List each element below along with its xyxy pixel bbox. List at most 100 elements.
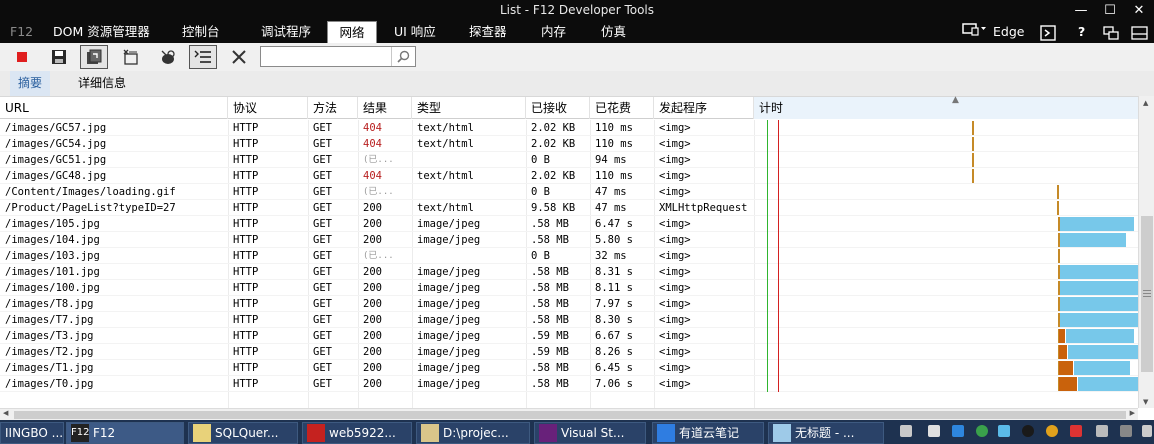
cell-result: 200	[363, 362, 382, 374]
tab-details[interactable]: 详细信息	[70, 71, 134, 96]
col-header-taken[interactable]: 已花费	[590, 97, 654, 119]
col-header-method[interactable]: 方法	[308, 97, 358, 119]
youdao-note-icon	[657, 424, 675, 442]
scroll-left-icon[interactable]: ◀	[3, 409, 8, 417]
menu-memory[interactable]: 内存	[533, 21, 574, 43]
timing-marker	[1058, 249, 1060, 263]
menu-f12[interactable]: F12	[2, 21, 41, 43]
tray-icon[interactable]	[952, 425, 964, 437]
cell-type: image/jpeg	[417, 362, 481, 374]
col-header-initiator[interactable]: 发起程序	[654, 97, 754, 119]
cell-url: /images/T1.jpg	[5, 362, 94, 374]
cell-result: 200	[363, 202, 382, 214]
cell-type: text/html	[417, 122, 474, 134]
menu-emulation[interactable]: 仿真	[593, 21, 634, 43]
taskbar-item-youdao[interactable]: 有道云笔记	[652, 422, 764, 444]
cell-method: GET	[313, 234, 332, 246]
col-header-received[interactable]: 已接收	[526, 97, 590, 119]
col-header-type[interactable]: 类型	[412, 97, 526, 119]
cell-taken: 110 ms	[595, 122, 633, 134]
horizontal-scroll-thumb[interactable]	[14, 411, 1126, 419]
tray-icon[interactable]	[928, 425, 940, 437]
cell-url: /images/101.jpg	[5, 266, 100, 278]
tray-icon[interactable]	[976, 425, 988, 437]
col-header-url[interactable]: URL	[0, 97, 228, 119]
taskbar-item-untitled[interactable]: 无标题 - ...	[768, 422, 884, 444]
cell-received: 0 B	[531, 154, 550, 166]
undock-icon[interactable]	[1103, 21, 1119, 43]
console-icon[interactable]	[1040, 21, 1056, 43]
col-header-timings[interactable]: 计时	[754, 97, 1138, 119]
menu-console[interactable]: 控制台	[174, 21, 228, 43]
taskbar-item-f12[interactable]: F12 F12	[66, 422, 184, 444]
col-header-result[interactable]: 结果	[358, 97, 412, 119]
cell-protocol: HTTP	[233, 122, 259, 134]
help-icon[interactable]: ?	[1078, 21, 1085, 43]
export-button[interactable]	[45, 45, 73, 69]
cell-type	[412, 152, 526, 168]
clear-cache-button[interactable]	[154, 45, 182, 69]
menu-debugger[interactable]: 调试程序	[253, 21, 319, 43]
vertical-scroll-thumb[interactable]	[1141, 216, 1153, 372]
qq-tray-icon[interactable]	[1022, 425, 1034, 437]
scroll-down-icon[interactable]: ▼	[1143, 398, 1148, 406]
scroll-right-icon[interactable]: ▶	[1130, 409, 1135, 417]
cell-taken: 6.47 s	[595, 218, 633, 230]
search-box[interactable]	[260, 46, 416, 67]
cell-method: GET	[313, 378, 332, 390]
cell-initiator: <img>	[659, 186, 691, 198]
dock-icon[interactable]	[1131, 21, 1148, 43]
menu-profiler[interactable]: 探查器	[461, 21, 515, 43]
taskbar-item-web[interactable]: web5922...	[302, 422, 412, 444]
content-type-filter-button[interactable]	[189, 45, 217, 69]
cell-received: 2.02 KB	[531, 122, 576, 134]
network-tray-icon[interactable]	[1096, 425, 1108, 437]
cell-method: GET	[313, 266, 332, 278]
clear-filter-button[interactable]	[225, 45, 253, 69]
close-button[interactable]: ✕	[1128, 2, 1150, 20]
menu-network[interactable]: 网络	[327, 21, 377, 43]
vertical-scrollbar[interactable]: ▲ ▼	[1138, 96, 1154, 408]
scroll-up-icon[interactable]: ▲	[1143, 99, 1148, 107]
cell-received: .58 MB	[531, 218, 569, 230]
minimize-button[interactable]: —	[1070, 2, 1092, 20]
cell-result: (已...	[363, 155, 394, 165]
tray-icon[interactable]	[1120, 425, 1132, 437]
sort-ascending-icon: ▲	[952, 95, 959, 105]
search-input[interactable]	[263, 48, 389, 65]
tab-summary[interactable]: 摘要	[10, 71, 51, 96]
search-icon[interactable]	[391, 47, 415, 66]
stop-recording-button[interactable]	[8, 45, 36, 69]
tray-icon[interactable]	[1142, 425, 1152, 437]
taskbar-item-project[interactable]: D:\projec...	[416, 422, 530, 444]
grid-header: URL 协议 方法 结果 类型 已接收 已花费 发起程序 计时 ▲	[0, 95, 1138, 119]
horizontal-scrollbar[interactable]: ◀ ▶	[0, 408, 1138, 420]
cell-type: image/jpeg	[417, 266, 481, 278]
clear-entries-button[interactable]	[117, 45, 145, 69]
volume-muted-icon[interactable]	[1070, 425, 1082, 437]
taskbar-item-visual-studio[interactable]: Visual St...	[534, 422, 646, 444]
taskbar-item-sqlquery[interactable]: SQLQuer...	[188, 422, 298, 444]
maximize-button[interactable]: ☐	[1099, 2, 1121, 20]
taskbar-item-ningbo[interactable]: IINGBO ...	[0, 422, 64, 444]
tray-icon[interactable]	[900, 425, 912, 437]
taskbar-label: web5922...	[329, 426, 396, 440]
menu-dom-explorer[interactable]: DOM 资源管理器	[45, 21, 158, 43]
cell-type	[412, 184, 526, 200]
receiving-bar	[1060, 265, 1138, 279]
cell-result: 404	[363, 138, 382, 150]
col-header-protocol[interactable]: 协议	[228, 97, 308, 119]
always-refresh-button[interactable]	[80, 45, 108, 69]
browser-mode-selector[interactable]: Edge	[993, 21, 1024, 43]
cell-url: /images/T8.jpg	[5, 298, 94, 310]
cell-url: /images/GC48.jpg	[5, 170, 107, 182]
cell-url: /images/100.jpg	[5, 282, 100, 294]
cell-protocol: HTTP	[233, 314, 259, 326]
cell-protocol: HTTP	[233, 138, 259, 150]
tray-icon[interactable]	[998, 425, 1010, 437]
cell-received: .58 MB	[531, 298, 569, 310]
menu-ui-responsiveness[interactable]: UI 响应	[386, 21, 444, 43]
tray-icon[interactable]	[1046, 425, 1058, 437]
emulation-device-icon[interactable]	[962, 21, 988, 43]
taskbar-label: 有道云笔记	[679, 426, 740, 440]
